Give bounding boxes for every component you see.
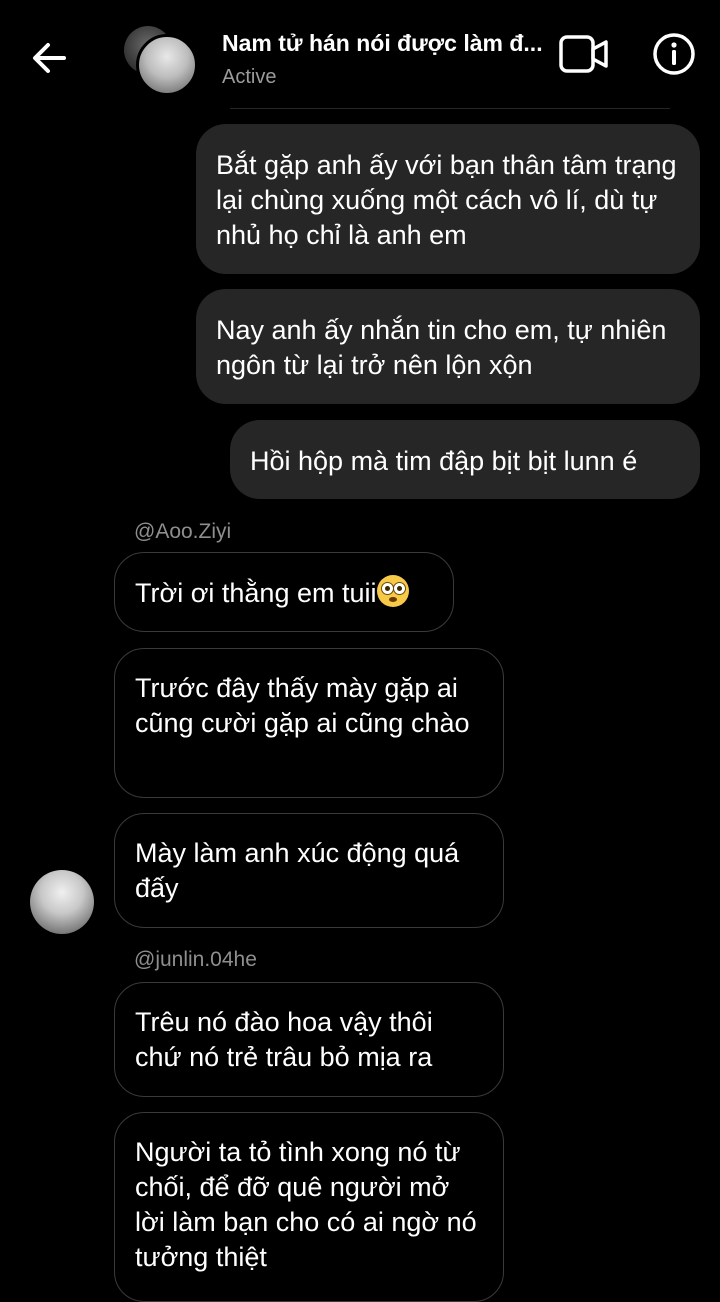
received-message-text: Trời ơi thằng em tuii xyxy=(135,578,377,608)
chat-title[interactable]: Nam tử hán nói được làm đ... xyxy=(222,30,558,57)
received-message[interactable]: Mày làm anh xúc động quá đấy xyxy=(114,813,504,928)
chat-header: Nam tử hán nói được làm đ... Active xyxy=(0,0,720,108)
header-divider xyxy=(230,108,670,109)
active-status: Active xyxy=(222,66,277,88)
sent-message[interactable]: Nay anh ấy nhắn tin cho em, tự nhiên ngô… xyxy=(196,289,700,404)
sender-avatar[interactable] xyxy=(30,870,94,934)
received-message[interactable]: Người ta tỏ tình xong nó từ chối, để đỡ … xyxy=(114,1112,504,1302)
member-avatar-front xyxy=(136,34,198,96)
back-arrow-icon[interactable] xyxy=(28,34,72,82)
received-message[interactable]: Trêu nó đào hoa vậy thôi chứ nó trẻ trâu… xyxy=(114,982,504,1097)
received-message[interactable]: Trước đây thấy mày gặp ai cũng cười gặp … xyxy=(114,648,504,798)
sent-message[interactable]: Bắt gặp anh ấy với bạn thân tâm trạng lạ… xyxy=(196,124,700,274)
video-call-icon[interactable] xyxy=(558,34,610,74)
sender-handle: @junlin.04he xyxy=(134,948,257,971)
sender-handle: @Aoo.Ziyi xyxy=(134,520,232,543)
group-avatar[interactable] xyxy=(124,26,198,98)
received-message[interactable]: Trời ơi thằng em tuii xyxy=(114,552,454,632)
sent-message[interactable]: Hồi hộp mà tim đập bịt bịt lunn é xyxy=(230,420,700,499)
info-icon[interactable] xyxy=(652,32,696,76)
flushed-face-emoji-icon xyxy=(377,575,410,607)
